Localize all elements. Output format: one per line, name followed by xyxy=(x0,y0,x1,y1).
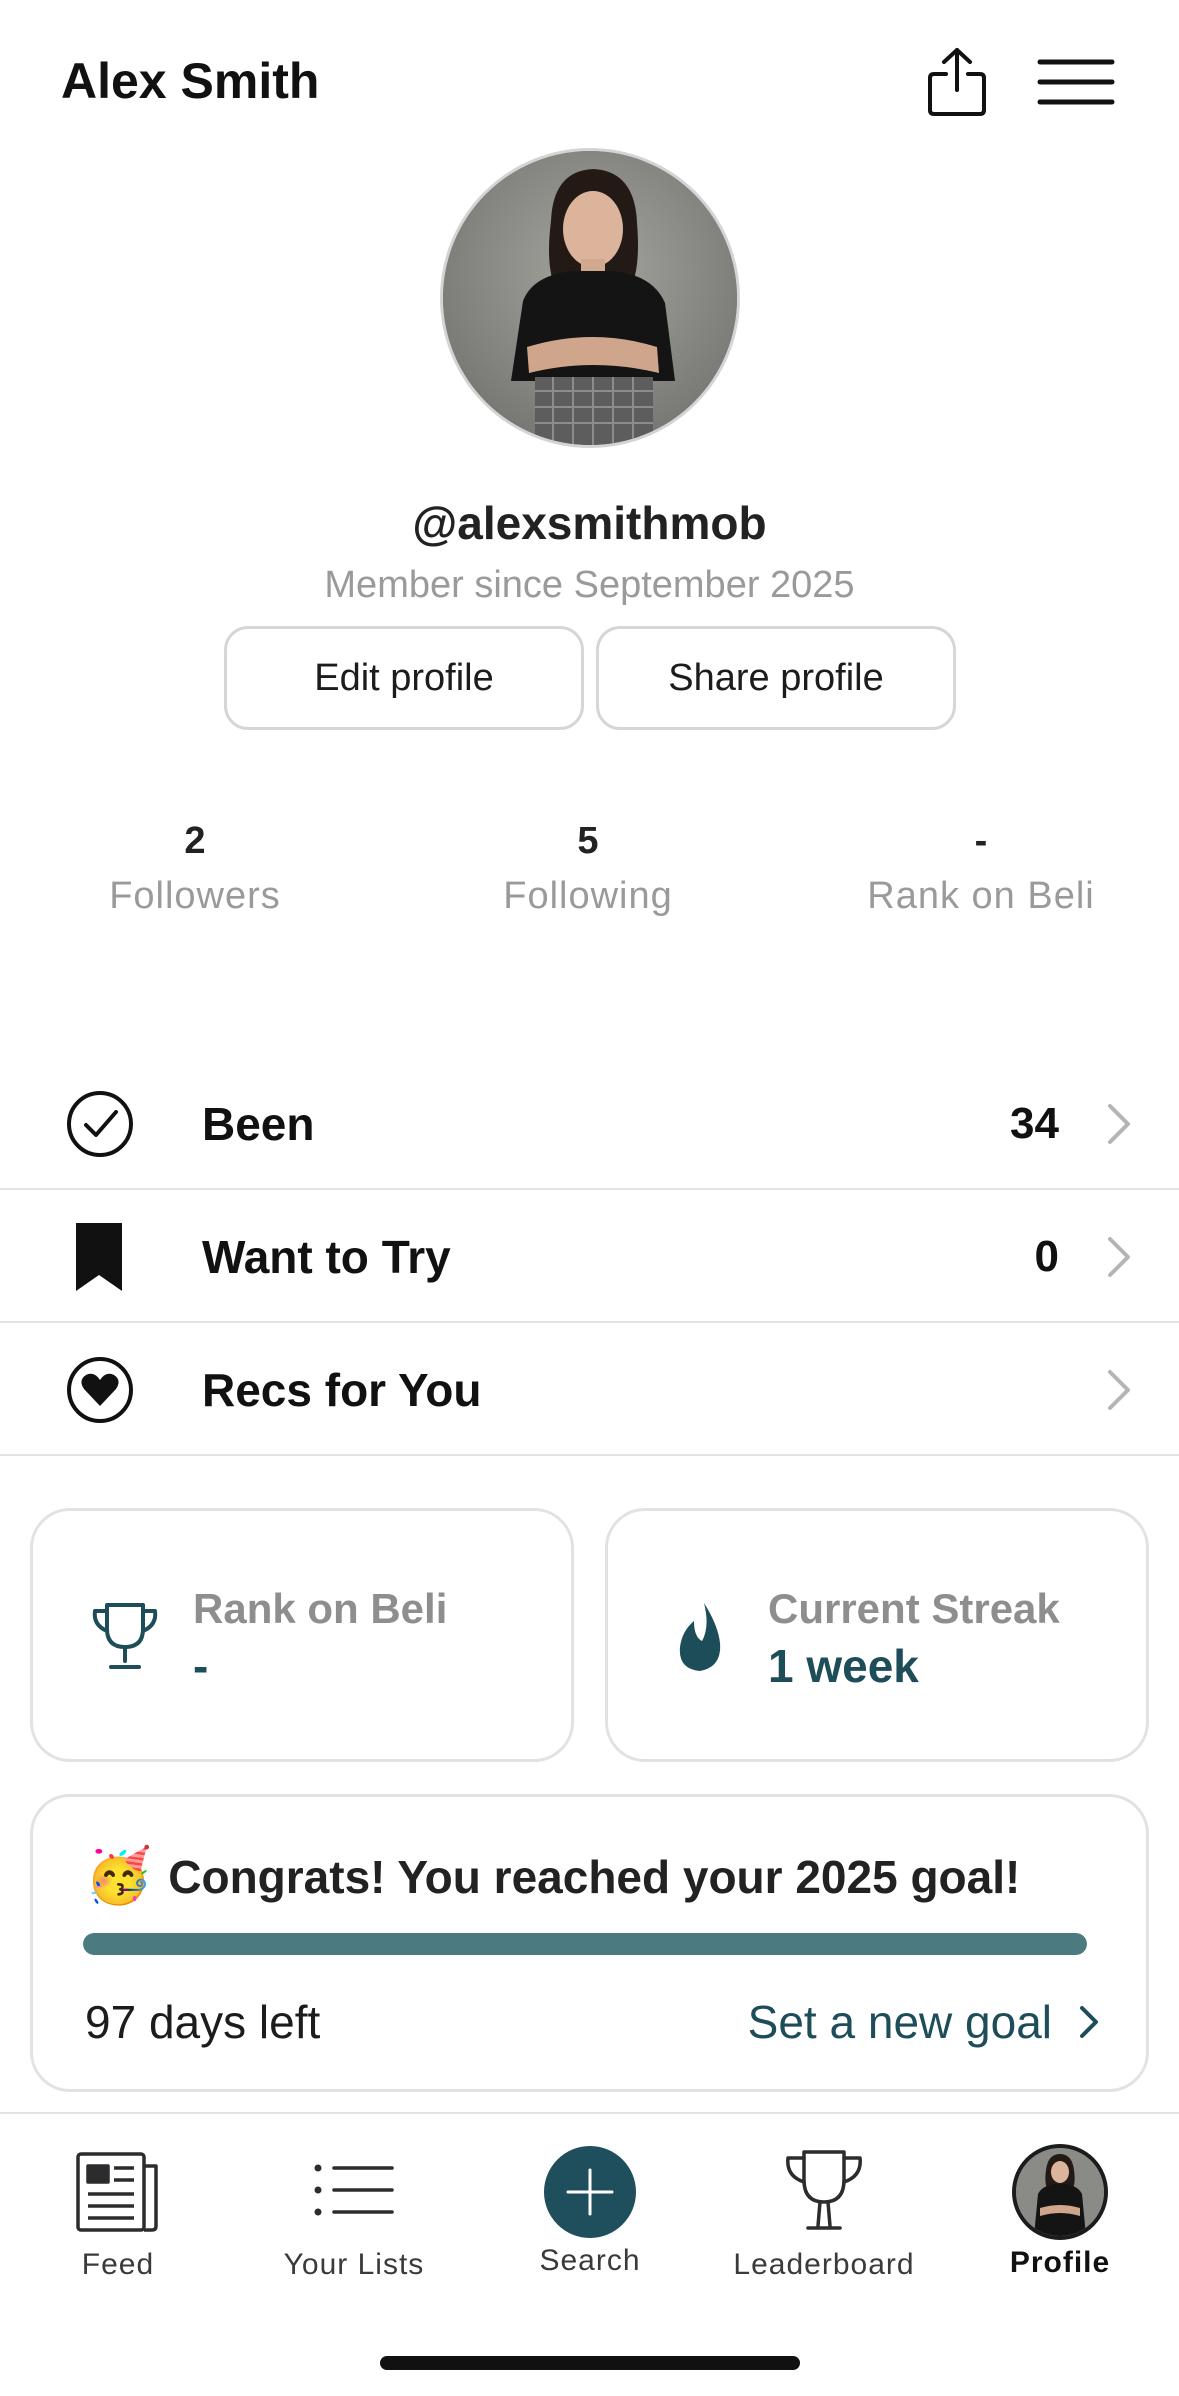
avatar xyxy=(1012,2144,1108,2240)
set-new-goal-link[interactable]: Set a new goal xyxy=(748,1995,1100,2049)
rank-card[interactable]: Rank on Beli - xyxy=(30,1508,574,1762)
tab-label: Your Lists xyxy=(283,2248,425,2281)
tab-profile[interactable]: Profile xyxy=(942,2142,1178,2280)
list-row-count: 0 xyxy=(1034,1232,1059,1281)
stat-label: Following xyxy=(503,875,673,917)
bookmark-icon xyxy=(66,1223,134,1291)
list-row-been[interactable]: Been 34 xyxy=(0,1058,1179,1190)
stat-rank[interactable]: - Rank on Beli xyxy=(801,820,1161,918)
trophy-icon xyxy=(83,1595,167,1679)
stat-value: 5 xyxy=(577,820,599,862)
chevron-right-icon xyxy=(1104,1100,1134,1148)
list-row-want-to-try[interactable]: Want to Try 0 xyxy=(0,1191,1179,1323)
tab-search[interactable]: Search xyxy=(472,2142,708,2278)
flame-icon xyxy=(658,1595,742,1679)
goal-progress-fill xyxy=(83,1933,1087,1955)
list-row-title: Want to Try xyxy=(202,1231,451,1283)
chevron-right-icon xyxy=(1104,1366,1134,1414)
tab-label: Profile xyxy=(1009,2246,1111,2279)
card-label: Current Streak xyxy=(768,1585,1060,1632)
profile-name: Alex Smith xyxy=(61,53,320,109)
stat-following[interactable]: 5 Following xyxy=(408,820,768,918)
home-indicator xyxy=(380,2356,800,2370)
share-profile-button[interactable]: Share profile xyxy=(596,626,956,730)
stat-value: - xyxy=(974,820,988,862)
check-circle-icon xyxy=(66,1090,134,1158)
goal-title: 🥳 Congrats! You reached your 2025 goal! xyxy=(85,1845,1020,1908)
plus-icon xyxy=(544,2146,636,2238)
goal-title-text: Congrats! You reached your 2025 goal! xyxy=(168,1850,1021,1903)
profile-handle: @alexsmithmob xyxy=(412,497,767,549)
tab-label: Search xyxy=(539,2244,641,2277)
goal-card: 🥳 Congrats! You reached your 2025 goal! … xyxy=(30,1794,1149,2092)
newspaper-icon xyxy=(76,2152,158,2232)
stat-label: Rank on Beli xyxy=(867,875,1095,917)
stat-label: Followers xyxy=(109,875,281,917)
tab-label: Leaderboard xyxy=(733,2248,915,2281)
share-icon[interactable] xyxy=(924,46,990,118)
trophy-icon xyxy=(786,2150,862,2230)
profile-avatar[interactable] xyxy=(440,148,740,448)
member-since: Member since September 2025 xyxy=(324,564,855,606)
tab-your-lists[interactable]: Your Lists xyxy=(236,2142,472,2282)
tab-leaderboard[interactable]: Leaderboard xyxy=(706,2142,942,2282)
set-new-goal-label: Set a new goal xyxy=(747,1996,1052,2048)
tab-bar: Feed Your Lists Search Leaderboard Profi… xyxy=(0,2112,1179,2396)
chevron-right-icon xyxy=(1080,2006,1098,2038)
list-row-title: Been xyxy=(202,1098,315,1150)
goal-days-left: 97 days left xyxy=(85,1996,321,2048)
edit-profile-button[interactable]: Edit profile xyxy=(224,626,584,730)
card-value: 1 week xyxy=(768,1640,919,1692)
goal-progress-bar xyxy=(83,1933,1087,1955)
tab-feed[interactable]: Feed xyxy=(0,2142,236,2282)
stat-value: 2 xyxy=(184,820,206,862)
hamburger-menu-icon[interactable] xyxy=(1036,56,1116,108)
list-row-title: Recs for You xyxy=(202,1364,482,1416)
list-icon xyxy=(314,2164,394,2216)
card-label: Rank on Beli xyxy=(193,1585,448,1632)
party-face-emoji: 🥳 xyxy=(85,1846,153,1906)
chevron-right-icon xyxy=(1104,1233,1134,1281)
header: Alex Smith xyxy=(0,0,1179,150)
card-value: - xyxy=(193,1640,209,1692)
tab-label: Feed xyxy=(81,2248,155,2281)
heart-circle-icon xyxy=(66,1356,134,1424)
list-row-recs-for-you[interactable]: Recs for You xyxy=(0,1324,1179,1456)
streak-card[interactable]: Current Streak 1 week xyxy=(605,1508,1149,1762)
list-row-count: 34 xyxy=(1010,1099,1059,1148)
stat-followers[interactable]: 2 Followers xyxy=(15,820,375,918)
